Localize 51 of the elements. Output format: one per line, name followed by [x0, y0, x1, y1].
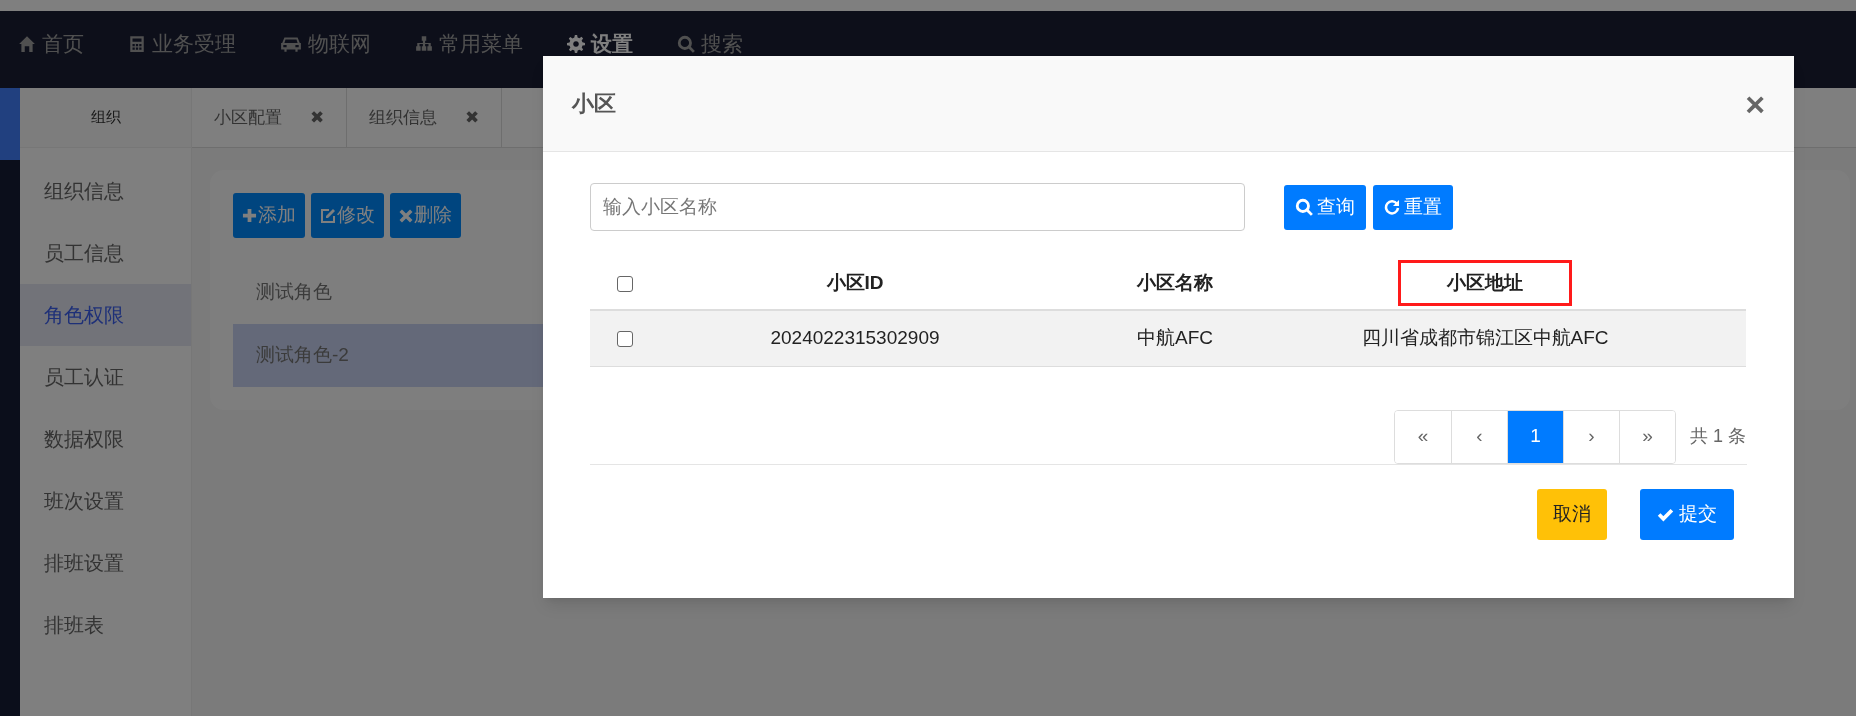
nav-item[interactable]: 设置 [567, 31, 633, 57]
table-cell: 四川省成都市锦江区中航AFC [1361, 327, 1609, 348]
sidebar-item[interactable]: 组织信息 [20, 160, 191, 222]
checkbox[interactable] [617, 331, 633, 347]
column-header: 小区地址 [1398, 259, 1572, 307]
sidebar-item[interactable]: 班次设置 [20, 470, 191, 532]
search-button[interactable]: 查询 [1284, 184, 1366, 230]
close-icon[interactable]: ✖ [310, 104, 324, 131]
nav-item[interactable]: 业务受理 [128, 31, 236, 57]
page-button[interactable]: » [1619, 410, 1675, 463]
sidebar-item[interactable]: 角色权限 [20, 284, 191, 346]
active-indicator [0, 88, 20, 160]
tab[interactable]: 组织信息 ✖ [347, 88, 502, 147]
delete-button[interactable]: 删除 [390, 193, 461, 238]
reset-button[interactable]: 重置 [1373, 184, 1453, 230]
search-icon [1295, 198, 1313, 216]
close-button[interactable]: × [1745, 86, 1765, 121]
table-cell: 2024022315302909 [770, 327, 940, 348]
edit-icon [320, 207, 336, 224]
column-header: 小区ID [826, 270, 884, 295]
refresh-icon [1384, 199, 1400, 215]
edit-button[interactable]: 修改 [311, 193, 384, 238]
sidebar-item[interactable]: 排班表 [20, 594, 191, 656]
nav-item[interactable]: 物联网 [280, 31, 371, 57]
close-icon[interactable]: ✖ [465, 104, 479, 131]
column-header: 小区名称 [1137, 270, 1213, 295]
search-icon [677, 35, 695, 53]
sidebar-item[interactable]: 员工信息 [20, 222, 191, 284]
submit-button[interactable]: 提交 [1640, 488, 1734, 540]
sidebar-item[interactable]: 排班设置 [20, 532, 191, 594]
settings-icon [567, 35, 585, 53]
sitemap-icon [415, 35, 433, 53]
plus-icon [242, 208, 257, 223]
nav-item[interactable]: 首页 [18, 31, 84, 57]
search-field[interactable]: 输入小区名称 [590, 183, 1245, 231]
calculator-icon [128, 35, 146, 53]
car-icon [280, 36, 302, 52]
modal-title: 小区 [572, 90, 616, 118]
sidebar-item[interactable]: 数据权限 [20, 408, 191, 470]
add-button[interactable]: 添加 [233, 193, 305, 238]
sidebar-item[interactable]: 员工认证 [20, 346, 191, 408]
cancel-button[interactable]: 取消 [1537, 488, 1607, 540]
checkbox[interactable] [617, 275, 633, 292]
total-count: 共 1 条 [1690, 425, 1746, 448]
close-icon [399, 208, 413, 223]
page-button[interactable]: 1 [1507, 410, 1563, 463]
home-icon [18, 35, 36, 53]
nav-item[interactable]: 常用菜单 [415, 31, 523, 57]
table-cell: 中航AFC [1137, 327, 1213, 348]
nav-item[interactable]: 搜索 [677, 31, 743, 57]
tab[interactable]: 小区配置 ✖ [192, 88, 347, 147]
